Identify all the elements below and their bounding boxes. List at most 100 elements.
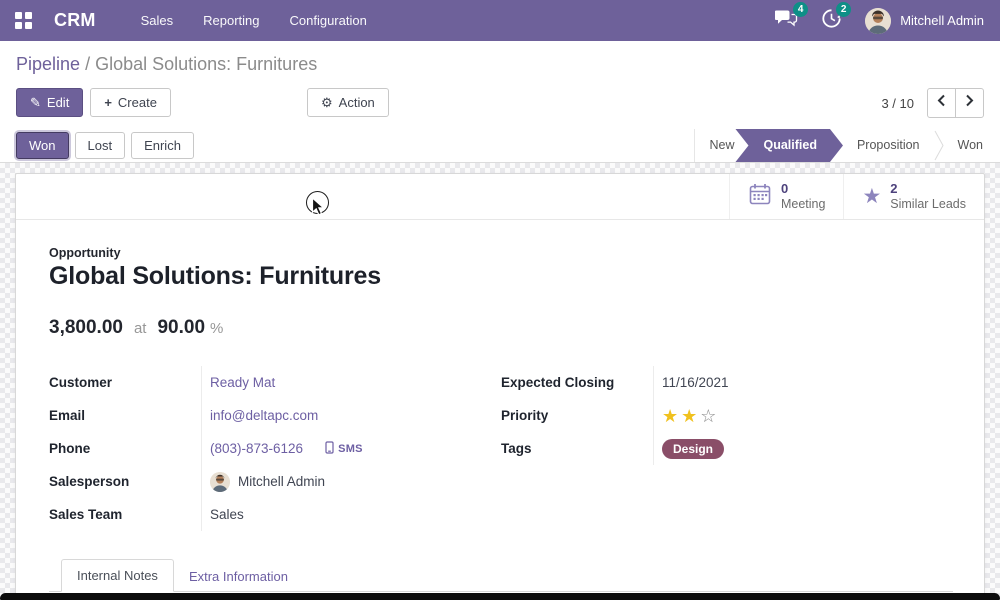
- salesperson-value: Mitchell Admin: [238, 474, 325, 489]
- messages-badge: 4: [793, 2, 808, 17]
- user-avatar: [865, 8, 891, 34]
- activities-button[interactable]: 2: [822, 9, 841, 33]
- field-row-email: Email info@deltapc.com: [49, 399, 479, 432]
- similar-leads-label: Similar Leads: [890, 197, 966, 213]
- customer-label: Customer: [49, 375, 201, 390]
- priority-star[interactable]: ★: [662, 407, 678, 425]
- activities-badge: 2: [836, 2, 851, 17]
- phone-link[interactable]: (803)-873-6126: [210, 441, 303, 456]
- tab-internal-notes[interactable]: Internal Notes: [61, 559, 174, 592]
- star-icon: ★: [862, 186, 881, 207]
- record-type-label: Opportunity: [49, 246, 121, 260]
- expected-revenue: 3,800.00: [49, 317, 123, 339]
- sales-team-value: Sales: [210, 507, 244, 522]
- field-row-phone: Phone (803)-873-6126 SMS: [49, 432, 479, 465]
- mouse-cursor-icon: [311, 197, 326, 222]
- breadcrumb: Pipeline / Global Solutions: Furnitures: [16, 54, 317, 75]
- chevron-right-icon: [965, 94, 974, 112]
- user-name: Mitchell Admin: [900, 13, 984, 28]
- mobile-phone-icon: [325, 441, 334, 457]
- priority-label: Priority: [501, 408, 653, 423]
- tags-label: Tags: [501, 441, 653, 456]
- pager-value[interactable]: 3 / 10: [881, 96, 914, 111]
- salesperson-avatar: [210, 472, 230, 492]
- priority-star[interactable]: ☆: [700, 407, 716, 425]
- stage-pipeline: New Qualified Proposition Won: [694, 129, 1000, 162]
- field-row-sales-team: Sales Team Sales: [49, 498, 479, 531]
- pencil-icon: ✎: [30, 96, 41, 109]
- probability-value: 90.00: [157, 317, 205, 339]
- edit-button[interactable]: ✎ Edit: [16, 88, 83, 117]
- calendar-icon: [748, 182, 772, 211]
- plus-icon: +: [104, 96, 112, 109]
- record-pager: 3 / 10: [881, 88, 984, 118]
- field-row-tags: Tags Design: [501, 432, 961, 465]
- field-row-customer: Customer Ready Mat: [49, 366, 479, 399]
- won-button[interactable]: Won: [16, 132, 69, 159]
- app-name[interactable]: CRM: [54, 10, 96, 31]
- messages-button[interactable]: 4: [775, 9, 798, 32]
- statusbar-buttons: Won Lost Enrich: [16, 132, 194, 159]
- crm-app-window: CRM Sales Reporting Configuration 4: [0, 0, 1000, 600]
- expected-closing-label: Expected Closing: [501, 375, 653, 390]
- sales-team-label: Sales Team: [49, 507, 201, 522]
- stage-proposition[interactable]: Proposition: [843, 129, 934, 162]
- field-row-priority: Priority ★★☆: [501, 399, 961, 432]
- priority-star[interactable]: ★: [681, 407, 697, 425]
- opportunity-form-card: 0 Meeting ★ 2 Similar Leads Opportunity …: [15, 173, 985, 600]
- pager-next-button[interactable]: [955, 88, 984, 118]
- top-navbar: CRM Sales Reporting Configuration 4: [0, 0, 1000, 41]
- field-group-right: Expected Closing 11/16/2021 Priority ★★☆…: [501, 366, 961, 465]
- breadcrumb-current: Global Solutions: Furnitures: [95, 54, 317, 74]
- action-button[interactable]: ⚙ Action: [307, 88, 389, 117]
- similar-leads-stat-button[interactable]: ★ 2 Similar Leads: [843, 174, 984, 219]
- enrich-button[interactable]: Enrich: [131, 132, 194, 159]
- customer-link[interactable]: Ready Mat: [210, 375, 275, 390]
- tab-extra-information[interactable]: Extra Information: [174, 561, 303, 592]
- form-buttons: ✎ Edit + Create: [16, 88, 171, 117]
- phone-label: Phone: [49, 441, 201, 456]
- lost-button[interactable]: Lost: [75, 132, 126, 159]
- email-link[interactable]: info@deltapc.com: [210, 408, 318, 423]
- meeting-count: 0: [781, 181, 825, 197]
- gear-icon: ⚙: [321, 96, 333, 109]
- control-panel: Pipeline / Global Solutions: Furnitures …: [0, 41, 1000, 129]
- sms-label: SMS: [338, 443, 363, 455]
- window-bottom-edge: [0, 593, 1000, 600]
- meeting-stat-button[interactable]: 0 Meeting: [729, 174, 843, 219]
- breadcrumb-separator: /: [85, 54, 90, 74]
- percent-sign: %: [210, 320, 223, 337]
- notebook-tabs: Internal Notes Extra Information: [49, 558, 953, 592]
- user-menu[interactable]: Mitchell Admin: [865, 8, 984, 34]
- create-button[interactable]: + Create: [90, 88, 171, 117]
- menu-sales[interactable]: Sales: [126, 0, 189, 41]
- stage-won[interactable]: Won: [944, 129, 1000, 162]
- send-sms-button[interactable]: SMS: [325, 441, 363, 457]
- field-row-salesperson: Salesperson Mitchell Admin: [49, 465, 479, 498]
- at-label: at: [134, 320, 147, 337]
- breadcrumb-pipeline[interactable]: Pipeline: [16, 54, 80, 74]
- statusbar: Won Lost Enrich New Qualified Propositio…: [0, 129, 1000, 163]
- expected-revenue-line: 3,800.00 at 90.00 %: [49, 317, 223, 339]
- opportunity-title: Global Solutions: Furnitures: [49, 262, 381, 291]
- field-group-left: Customer Ready Mat Email info@deltapc.co…: [49, 366, 479, 531]
- email-label: Email: [49, 408, 201, 423]
- content-background: 0 Meeting ★ 2 Similar Leads Opportunity …: [0, 163, 1000, 600]
- apps-menu-icon[interactable]: [15, 12, 32, 29]
- pager-previous-button[interactable]: [927, 88, 956, 118]
- stage-qualified[interactable]: Qualified: [735, 129, 842, 162]
- salesperson-label: Salesperson: [49, 474, 201, 489]
- navbar-right: 4 2: [775, 8, 1000, 34]
- stat-button-bar: 0 Meeting ★ 2 Similar Leads: [16, 174, 984, 220]
- similar-leads-count: 2: [890, 181, 966, 197]
- expected-closing-value: 11/16/2021: [662, 375, 729, 390]
- meeting-label: Meeting: [781, 197, 825, 213]
- chevron-left-icon: [937, 94, 946, 112]
- stage-separator-icon: [934, 129, 944, 162]
- menu-configuration[interactable]: Configuration: [275, 0, 382, 41]
- menu-reporting[interactable]: Reporting: [188, 0, 274, 41]
- field-row-expected-closing: Expected Closing 11/16/2021: [501, 366, 961, 399]
- priority-stars: ★★☆: [653, 399, 961, 432]
- main-menu: Sales Reporting Configuration: [126, 0, 382, 41]
- tag-pill: Design: [662, 439, 724, 459]
